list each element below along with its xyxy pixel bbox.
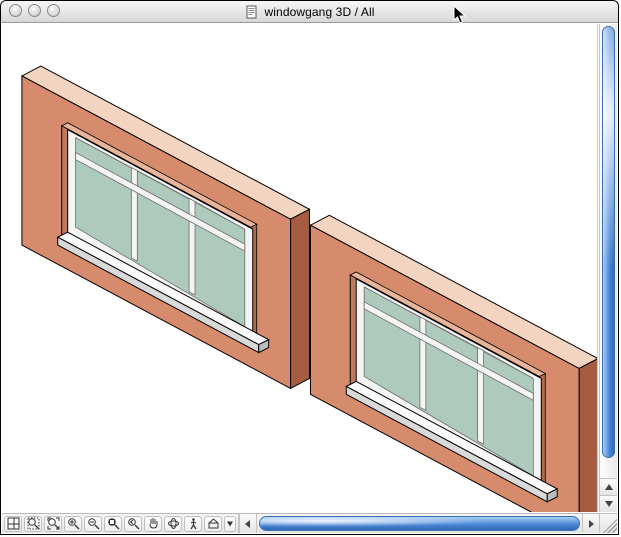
zoom-in-icon[interactable] [64,516,82,532]
horizontal-scrollbar-track[interactable] [257,514,582,533]
scene-3d [2,24,597,512]
window-title: windowgang 3D / All [245,5,375,19]
zoom-selection-icon[interactable] [44,516,62,532]
orbit-icon[interactable] [164,516,182,532]
vertical-scrollbar-thumb[interactable] [602,26,615,458]
walk-icon[interactable] [184,516,202,532]
window-title-text: windowgang 3D / All [265,5,375,19]
scroll-down-button[interactable] [600,495,617,512]
zoom-fit-icon[interactable] [104,516,122,532]
toolstrip-overflow-icon[interactable] [224,516,236,532]
window-controls [9,4,60,17]
close-button[interactable] [9,4,22,17]
pan-icon[interactable] [144,516,162,532]
view-toolstrip [2,514,239,533]
resize-grip[interactable] [599,514,617,533]
zoom-out-icon[interactable] [84,516,102,532]
zoom-window-icon[interactable] [24,516,42,532]
wall-block-2 [310,215,597,512]
viewport[interactable] [2,24,598,512]
keyplan-icon[interactable] [4,516,22,532]
vertical-scrollbar[interactable] [599,24,617,512]
scroll-left-button[interactable] [240,514,257,533]
scroll-up-button[interactable] [600,478,617,495]
scroll-right-button[interactable] [582,514,599,533]
scene-svg [2,24,597,512]
document-icon [245,5,259,19]
wall-block-1 [22,66,310,388]
horizontal-scrollbar[interactable] [239,514,599,533]
horizontal-scrollbar-thumb[interactable] [259,516,580,531]
app-window: windowgang 3D / All [0,0,619,535]
bottom-bar [2,513,617,533]
explore-icon[interactable] [204,516,222,532]
titlebar[interactable]: windowgang 3D / All [1,1,618,23]
zoom-prev-icon[interactable] [124,516,142,532]
vertical-scrollbar-track[interactable] [600,24,617,478]
zoom-button[interactable] [47,4,60,17]
minimize-button[interactable] [28,4,41,17]
